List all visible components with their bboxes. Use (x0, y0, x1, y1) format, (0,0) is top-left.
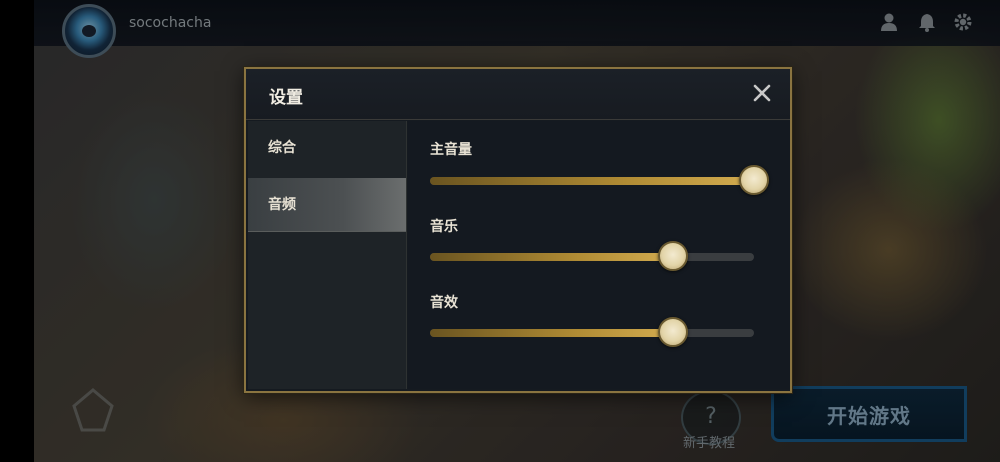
music-slider[interactable] (430, 241, 754, 271)
sound-effects-label: 音效 (430, 295, 458, 311)
music-label: 音乐 (430, 219, 458, 235)
audio-settings-panel: 主音量 音乐 音效 (408, 121, 790, 389)
sound-effects-fill (430, 329, 673, 337)
dialog-title: 设置 (269, 88, 303, 108)
close-button[interactable] (750, 81, 774, 105)
tab-audio[interactable]: 音频 (248, 178, 406, 232)
master-volume-label: 主音量 (430, 142, 472, 158)
music-knob[interactable] (658, 241, 688, 271)
master-volume-slider[interactable] (430, 165, 769, 195)
left-black-strip (0, 0, 34, 462)
sound-effects-slider[interactable] (430, 317, 754, 347)
sound-effects-knob[interactable] (658, 317, 688, 347)
music-fill (430, 253, 673, 261)
master-volume-knob[interactable] (739, 165, 769, 195)
settings-sidebar: 综合 音频 (248, 121, 407, 389)
close-icon (753, 84, 771, 102)
master-volume-fill (430, 177, 754, 185)
tab-general[interactable]: 综合 (248, 121, 406, 175)
dialog-header: 设置 (246, 69, 790, 120)
settings-dialog: 设置 综合 音频 主音量 音乐 音效 (244, 67, 792, 393)
